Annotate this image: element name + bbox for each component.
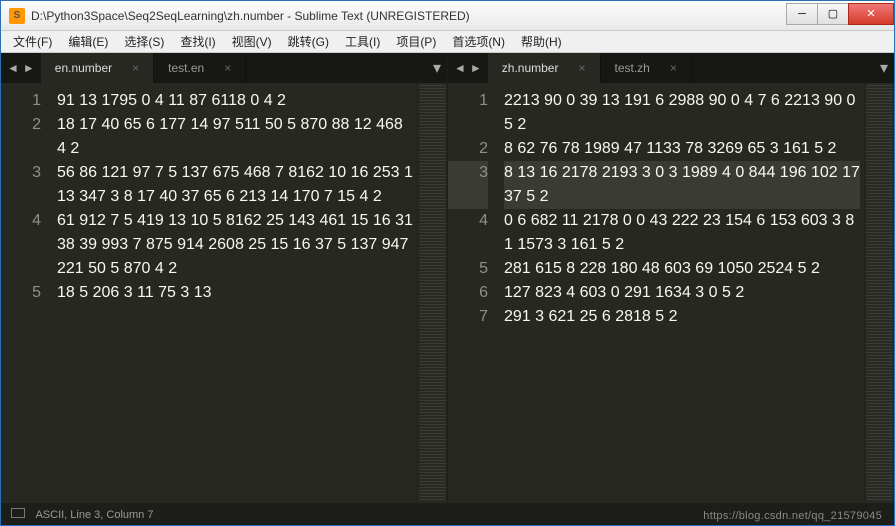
close-tab-icon[interactable]: × — [132, 61, 139, 75]
tab-test-en[interactable]: test.en × — [154, 53, 246, 83]
status-text: ASCII, Line 3, Column 7 — [35, 509, 153, 521]
menu-select[interactable]: 选择(S) — [118, 31, 170, 52]
back-icon[interactable]: ◄ — [7, 61, 19, 75]
menu-file[interactable]: 文件(F) — [7, 31, 58, 52]
titlebar[interactable]: S D:\Python3Space\Seq2SeqLearning\zh.num… — [1, 1, 894, 31]
menu-view[interactable]: 视图(V) — [226, 31, 278, 52]
close-tab-icon[interactable]: × — [578, 61, 585, 75]
tab-label: en.number — [55, 61, 112, 75]
gutter: 12345 — [1, 83, 51, 503]
menu-find[interactable]: 查找(I) — [174, 31, 221, 52]
tab-zh-number[interactable]: zh.number × — [488, 53, 601, 83]
code-content[interactable]: 2213 90 0 39 13 191 6 2988 90 0 4 7 6 22… — [498, 83, 864, 503]
menubar: 文件(F) 编辑(E) 选择(S) 查找(I) 视图(V) 跳转(G) 工具(I… — [1, 31, 894, 53]
tab-row-right: ◄ ► zh.number × test.zh × ▾ — [448, 53, 894, 83]
back-icon[interactable]: ◄ — [454, 61, 466, 75]
code-right[interactable]: 1234567 2213 90 0 39 13 191 6 2988 90 0 … — [448, 83, 894, 503]
history-nav-left: ◄ ► — [1, 53, 41, 83]
tab-overflow-icon[interactable]: ▾ — [874, 53, 894, 83]
window-title: D:\Python3Space\Seq2SeqLearning\zh.numbe… — [31, 9, 787, 23]
close-tab-icon[interactable]: × — [224, 61, 231, 75]
pane-right: ◄ ► zh.number × test.zh × ▾ 1234567 — [448, 53, 894, 503]
editor-area: ◄ ► en.number × test.en × ▾ 12345 — [1, 53, 894, 503]
menu-tools[interactable]: 工具(I) — [339, 31, 386, 52]
gutter: 1234567 — [448, 83, 498, 503]
close-button[interactable]: ✕ — [848, 3, 894, 25]
app-icon: S — [9, 8, 25, 24]
code-left[interactable]: 12345 91 13 1795 0 4 11 87 6118 0 4 218 … — [1, 83, 447, 503]
tab-en-number[interactable]: en.number × — [41, 53, 154, 83]
tab-label: test.en — [168, 61, 204, 75]
code-content[interactable]: 91 13 1795 0 4 11 87 6118 0 4 218 17 40 … — [51, 83, 417, 503]
tab-overflow-icon[interactable]: ▾ — [427, 53, 447, 83]
forward-icon[interactable]: ► — [470, 61, 482, 75]
tab-label: zh.number — [502, 61, 559, 75]
minimap[interactable] — [417, 83, 447, 503]
close-tab-icon[interactable]: × — [670, 61, 677, 75]
minimap[interactable] — [864, 83, 894, 503]
watermark: https://blog.csdn.net/qq_21579045 — [703, 510, 882, 522]
tab-row-left: ◄ ► en.number × test.en × ▾ — [1, 53, 447, 83]
menu-project[interactable]: 项目(P) — [390, 31, 442, 52]
pane-left: ◄ ► en.number × test.en × ▾ 12345 — [1, 53, 448, 503]
tab-label: test.zh — [615, 61, 650, 75]
panel-switcher-icon[interactable] — [11, 508, 25, 518]
history-nav-right: ◄ ► — [448, 53, 488, 83]
menu-edit[interactable]: 编辑(E) — [62, 31, 114, 52]
maximize-button[interactable]: ▢ — [817, 3, 849, 25]
menu-prefs[interactable]: 首选项(N) — [446, 31, 511, 52]
minimize-button[interactable]: ─ — [786, 3, 818, 25]
window-controls: ─ ▢ ✕ — [787, 7, 894, 25]
menu-help[interactable]: 帮助(H) — [515, 31, 568, 52]
tab-test-zh[interactable]: test.zh × — [601, 53, 692, 83]
menu-goto[interactable]: 跳转(G) — [282, 31, 335, 52]
forward-icon[interactable]: ► — [23, 61, 35, 75]
